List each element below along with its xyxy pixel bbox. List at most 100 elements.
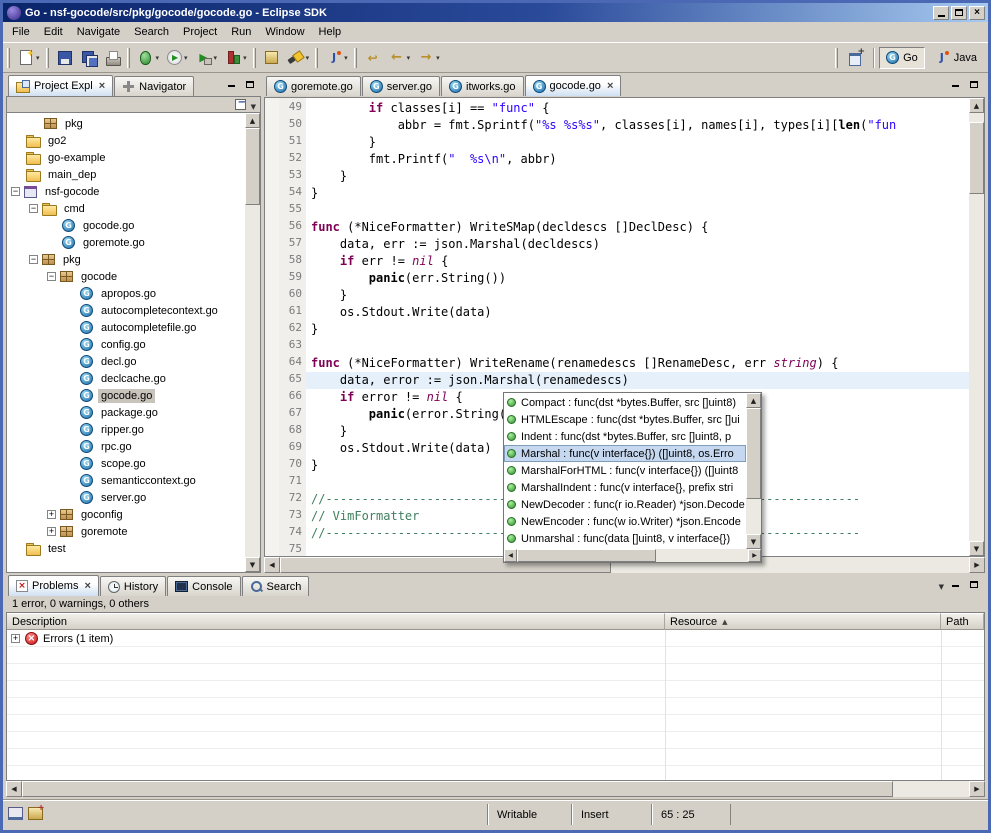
scroll-arrow-icon[interactable]: ▲: [969, 98, 984, 113]
scroll-track[interactable]: [969, 113, 984, 541]
dropdown-arrow-icon[interactable]: ▾: [344, 54, 348, 62]
dropdown-arrow-icon[interactable]: ▾: [156, 54, 160, 62]
tree-item[interactable]: −gocode: [7, 268, 245, 285]
back-button[interactable]: ▾: [386, 46, 414, 70]
tree-item[interactable]: autocompletefile.go: [7, 319, 245, 336]
tab-project-expl[interactable]: Project Expl×: [8, 75, 113, 96]
minimize-view-icon[interactable]: [223, 78, 239, 92]
save-button[interactable]: [54, 46, 76, 70]
tree-item[interactable]: goremote.go: [7, 234, 245, 251]
autocomplete-item[interactable]: Indent : func(dst *bytes.Buffer, src []u…: [504, 428, 746, 445]
tree-item[interactable]: declcache.go: [7, 370, 245, 387]
tree-scrollbar[interactable]: ▲▼: [245, 113, 260, 572]
tab-goremote-go[interactable]: goremote.go: [266, 76, 361, 96]
tree-item[interactable]: −nsf-gocode: [7, 183, 245, 200]
tree-item[interactable]: server.go: [7, 489, 245, 506]
column-header-path[interactable]: Path: [941, 613, 984, 630]
expand-plus-icon[interactable]: +: [47, 527, 56, 536]
print-button[interactable]: [102, 46, 124, 70]
close-icon[interactable]: ×: [99, 81, 105, 91]
tree-item[interactable]: rpc.go: [7, 438, 245, 455]
dropdown-arrow-icon[interactable]: ▾: [214, 54, 218, 62]
menu-window[interactable]: Window: [258, 23, 311, 41]
dropdown-arrow-icon[interactable]: ▾: [407, 54, 411, 62]
tab-server-go[interactable]: server.go: [362, 76, 440, 96]
column-header-description[interactable]: Description: [7, 613, 665, 630]
dropdown-arrow-icon[interactable]: ▾: [184, 54, 188, 62]
run-config-button[interactable]: ▾: [193, 46, 221, 70]
search-button[interactable]: ▾: [285, 46, 313, 70]
tab-navigator[interactable]: Navigator: [114, 76, 194, 96]
tree-item[interactable]: pkg: [7, 115, 245, 132]
expand-minus-icon[interactable]: −: [11, 187, 20, 196]
tree-item[interactable]: config.go: [7, 336, 245, 353]
tree-item[interactable]: scope.go: [7, 455, 245, 472]
menu-navigate[interactable]: Navigate: [70, 23, 127, 41]
autocomplete-item[interactable]: Unmarshal : func(data []uint8, v interfa…: [504, 530, 746, 547]
minimize-button[interactable]: [933, 6, 949, 20]
autocomplete-item[interactable]: MarshalIndent : func(v interface{}, pref…: [504, 479, 746, 496]
perspective-java[interactable]: Java: [927, 47, 984, 69]
run-button[interactable]: ▾: [164, 46, 191, 70]
new-fast-view-icon[interactable]: [28, 807, 43, 820]
scroll-arrow-icon[interactable]: ▼: [245, 557, 260, 572]
maximize-editor-icon[interactable]: [966, 78, 982, 92]
dropdown-arrow-icon[interactable]: ▾: [243, 54, 247, 62]
java-element-button[interactable]: ▾: [323, 46, 351, 70]
forward-button[interactable]: ▾: [415, 46, 443, 70]
tree-item[interactable]: +goremote: [7, 523, 245, 540]
scroll-arrow-icon[interactable]: ▲: [746, 393, 761, 408]
tree-item[interactable]: test: [7, 540, 245, 557]
scroll-arrow-icon[interactable]: ▲: [245, 113, 260, 128]
tree-item[interactable]: go2: [7, 132, 245, 149]
open-perspective-button[interactable]: [845, 46, 867, 70]
expand-minus-icon[interactable]: −: [29, 204, 38, 213]
view-menu-icon[interactable]: ▼: [251, 103, 256, 111]
dropdown-arrow-icon[interactable]: ▾: [306, 54, 310, 62]
tab-history[interactable]: History: [100, 576, 166, 596]
scroll-thumb[interactable]: [746, 408, 761, 499]
titlebar[interactable]: Go - nsf-gocode/src/pkg/gocode/gocode.go…: [3, 3, 988, 22]
close-button[interactable]: ×: [969, 6, 985, 20]
autocomplete-item[interactable]: NewDecoder : func(r io.Reader) *json.Dec…: [504, 496, 746, 513]
problems-row[interactable]: +Errors (1 item): [7, 630, 984, 647]
scroll-arrow-icon[interactable]: ◀: [504, 549, 517, 562]
scroll-track[interactable]: [746, 408, 761, 534]
tree-item[interactable]: −cmd: [7, 200, 245, 217]
new-package-button[interactable]: [261, 46, 283, 70]
scroll-thumb[interactable]: [245, 128, 260, 205]
minimize-view-icon[interactable]: [947, 578, 963, 592]
view-menu-icon[interactable]: ▼: [939, 583, 944, 591]
fast-view-icon[interactable]: [8, 807, 23, 820]
expand-minus-icon[interactable]: −: [47, 272, 56, 281]
tab-itworks-go[interactable]: itworks.go: [441, 76, 524, 96]
tab-console[interactable]: Console: [167, 576, 240, 596]
scroll-arrow-icon[interactable]: ◀: [264, 557, 280, 573]
expand-minus-icon[interactable]: −: [29, 255, 38, 264]
autocomplete-item[interactable]: MarshalForHTML : func(v interface{}) ([]…: [504, 462, 746, 479]
tab-problems[interactable]: Problems×: [8, 575, 99, 596]
coverage-button[interactable]: ▾: [222, 46, 250, 70]
scroll-thumb[interactable]: [969, 122, 984, 195]
tree-item[interactable]: +goconfig: [7, 506, 245, 523]
autocomplete-item[interactable]: Marshal : func(v interface{}) ([]uint8, …: [504, 445, 746, 462]
save-all-button[interactable]: [78, 46, 100, 70]
tree-item[interactable]: gocode.go: [7, 217, 245, 234]
maximize-view-icon[interactable]: [242, 78, 258, 92]
expand-plus-icon[interactable]: +: [11, 634, 20, 643]
menu-help[interactable]: Help: [312, 23, 349, 41]
collapse-all-icon[interactable]: [235, 99, 246, 110]
scroll-arrow-icon[interactable]: ▶: [969, 557, 985, 573]
dropdown-arrow-icon[interactable]: ▾: [436, 54, 440, 62]
perspective-go[interactable]: Go: [879, 47, 925, 69]
tree-item[interactable]: apropos.go: [7, 285, 245, 302]
scroll-arrow-icon[interactable]: ▶: [969, 781, 985, 797]
last-edit-button[interactable]: [362, 46, 384, 70]
close-icon[interactable]: ×: [84, 581, 90, 591]
maximize-button[interactable]: [951, 6, 967, 20]
scroll-arrow-icon[interactable]: ▼: [746, 534, 761, 549]
tree-item[interactable]: semanticcontext.go: [7, 472, 245, 489]
menu-search[interactable]: Search: [127, 23, 176, 41]
scroll-arrow-icon[interactable]: ▶: [748, 549, 761, 562]
tab-search[interactable]: Search: [242, 576, 310, 596]
